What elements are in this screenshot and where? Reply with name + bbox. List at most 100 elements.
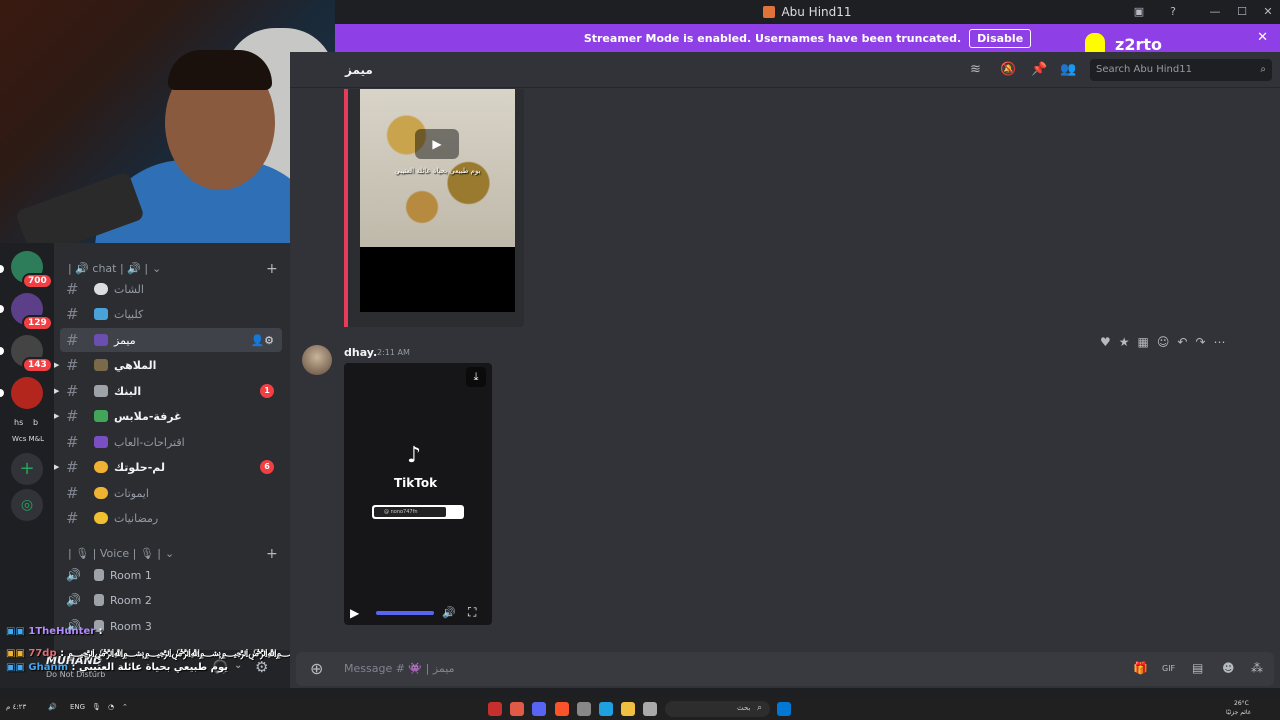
app-icon-1[interactable] (488, 702, 502, 716)
add-channel-icon[interactable]: + (266, 546, 278, 562)
channel-title: ميمز (345, 62, 373, 77)
invite-settings-icons[interactable]: 👤⚙ (250, 334, 274, 347)
channel-item[interactable]: ▶ # لم-حلوتك 6 (54, 455, 282, 479)
chevron-up-icon[interactable]: ⌃ (122, 703, 128, 711)
mic-tray-icon[interactable]: 🎙 (92, 703, 101, 711)
close-banner-icon[interactable]: ✕ (1257, 30, 1268, 45)
attach-plus-icon[interactable]: ⊕ (310, 659, 323, 678)
language-indicator[interactable]: ENG (70, 703, 85, 711)
message-composer: ⊕ Message # 👾 | ميمز 🎁 GIF ▤ ☻ ⁂ (296, 652, 1274, 686)
avatar[interactable] (302, 345, 332, 375)
snapchat-username: z2rto (1115, 34, 1162, 54)
weather-temp: 26°C (1234, 700, 1249, 707)
threads-icon[interactable]: ≋ (970, 62, 981, 77)
category-voice[interactable]: | 🎙 | Voice | 🎙 | ⌄ + (68, 546, 278, 562)
reply-icon[interactable]: ↶ (1177, 335, 1187, 349)
channel-item[interactable]: ▶ # الملاهي (54, 353, 282, 377)
app-icon-8[interactable] (643, 702, 657, 716)
add-channel-icon[interactable]: + (266, 261, 278, 277)
taskbar-search-label: بحث (737, 704, 751, 712)
food-video-thumbnail[interactable]: ▶ يوم طبيعي بحياة عائلة العتيبي (360, 89, 515, 247)
chat-text: : يوم طبيعي بحياة عائلة العتيبي (71, 662, 229, 673)
download-icon[interactable]: ⤓ (466, 367, 486, 387)
folder-label-b[interactable]: b (33, 418, 38, 427)
disable-streamer-button[interactable]: Disable (969, 28, 1032, 48)
search-icon: ⌕ (1260, 64, 1266, 75)
search-box[interactable]: Search Abu Hind11 ⌕ (1090, 59, 1272, 81)
sticker-icon[interactable]: ▤ (1192, 661, 1203, 675)
heart-reaction-icon[interactable]: ♥ (1100, 335, 1111, 349)
voice-channel-item[interactable]: 🔊 Room 2 (60, 588, 282, 612)
volume-icon[interactable]: 🔊 (442, 606, 456, 619)
channel-item[interactable]: # اقتراحات-العاب (60, 430, 282, 454)
add-server-icon[interactable]: + (11, 453, 43, 485)
microphone-icon (94, 594, 104, 606)
channel-item[interactable]: # كلبيات (60, 302, 282, 326)
gif-icon[interactable]: GIF (1162, 664, 1175, 673)
more-options-icon[interactable]: ⋯ (1214, 335, 1226, 349)
star-reaction-icon[interactable]: ★ (1119, 335, 1130, 349)
channel-item[interactable]: # ايموتات (60, 481, 282, 505)
forward-icon[interactable]: ↷ (1195, 335, 1205, 349)
brave-taskbar-icon[interactable] (555, 702, 569, 716)
discord-taskbar-icon[interactable] (532, 702, 546, 716)
mention-badge: 143 (22, 357, 53, 373)
help-icon[interactable]: ? (1165, 4, 1181, 20)
channel-item-selected[interactable]: # ميمز 👤⚙ (60, 328, 282, 352)
close-window-button[interactable]: ✕ (1260, 4, 1276, 20)
channel-item[interactable]: # الشات (60, 277, 282, 301)
volume-tray-icon[interactable]: 🔊 (48, 703, 57, 711)
minimize-button[interactable]: — (1207, 4, 1223, 20)
folder-label-hs[interactable]: hs (14, 418, 23, 427)
video-controls: ▶ 🔊 ⛶ (344, 601, 492, 625)
taskbar: ٤:٢٣ م 🔊 ENG 🎙 ◔ ⌃ بحث ⌕ 26°C غائم جزئيً… (0, 698, 1280, 720)
message-author[interactable]: dhay. (344, 346, 377, 359)
network-tray-icon[interactable]: ◔ (108, 703, 114, 711)
voice-channel-item[interactable]: 🔊 Room 1 (60, 563, 282, 587)
members-icon[interactable]: 👥 (1060, 62, 1076, 77)
windows-start-icon[interactable] (777, 702, 791, 716)
edge-taskbar-icon[interactable] (599, 702, 613, 716)
play-icon[interactable]: ▶ (350, 606, 359, 620)
custom-emoji-icon[interactable]: ▦ (1138, 335, 1149, 349)
fullscreen-icon[interactable]: ⛶ (468, 605, 476, 620)
mention-badge: 129 (22, 315, 53, 331)
channel-item[interactable]: # رمضانيات (60, 506, 282, 530)
speech-bubble-icon (94, 283, 108, 295)
alien-monster-icon (94, 334, 108, 346)
chat-badges: ▣▣ (6, 626, 29, 637)
category-voice-label: | 🎙 | Voice | 🎙 | (68, 547, 162, 560)
maximize-button[interactable]: ☐ (1234, 4, 1250, 20)
tiktok-video-player[interactable]: ⤓ ♪ TikTok @ nono747fn ▶ 🔊 ⛶ (344, 363, 492, 625)
ferris-wheel-icon (94, 359, 108, 371)
channel-name: البنك (114, 384, 142, 398)
channel-name: الملاهي (114, 358, 157, 372)
taskbar-search[interactable]: بحث ⌕ (665, 701, 770, 717)
speaker-icon: 🔊 (66, 568, 81, 582)
app-icon-2[interactable] (510, 702, 524, 716)
pin-icon[interactable]: 📌 (1031, 62, 1047, 77)
video-embed[interactable]: ▶ يوم طبيعي بحياة عائلة العتيبي (344, 89, 524, 327)
server-icon-4[interactable] (11, 377, 43, 409)
mute-bell-icon[interactable]: 🔕 (1000, 62, 1016, 77)
hash-icon: # (66, 407, 79, 425)
volume-slider[interactable] (376, 611, 434, 615)
explorer-taskbar-icon[interactable] (621, 702, 635, 716)
channel-item[interactable]: ▶ # غرفة-ملابس (54, 404, 282, 428)
emoji-icon[interactable]: ☻ (1222, 661, 1235, 675)
hash-icon: # (66, 433, 79, 451)
folder-label-wcs[interactable]: Wcs M&L (12, 435, 44, 443)
channel-name: ميمز (114, 333, 136, 347)
chat-badges: ▣▣ (6, 662, 29, 673)
message-input[interactable]: Message # 👾 | ميمز (344, 662, 454, 675)
category-chat[interactable]: | 🔊 chat | 🔊 | ⌄ + (68, 261, 278, 277)
gift-icon[interactable]: 🎁 (1133, 661, 1148, 675)
discover-icon[interactable]: ◎ (11, 489, 43, 521)
search-input[interactable]: Search Abu Hind11 (1096, 64, 1192, 75)
inbox-icon[interactable]: ▣ (1131, 4, 1147, 20)
play-icon[interactable]: ▶ (415, 129, 459, 159)
channel-item[interactable]: ▶ # البنك 1 (54, 379, 282, 403)
add-reaction-icon[interactable]: ☺ (1157, 335, 1170, 349)
app-icon-5[interactable] (577, 702, 591, 716)
apps-icon[interactable]: ⁂ (1251, 661, 1263, 675)
